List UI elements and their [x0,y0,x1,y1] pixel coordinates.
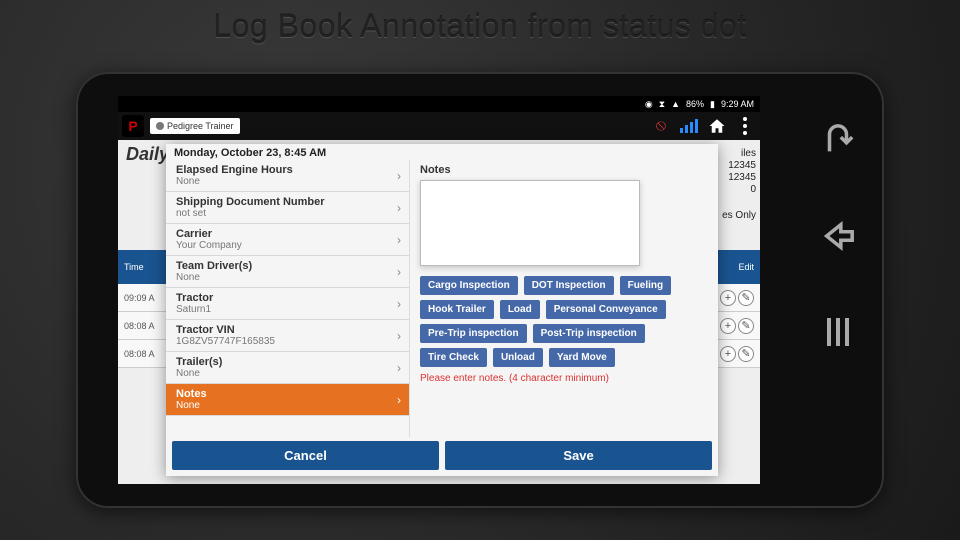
app-top-bar: P Pedigree Trainer ⦸ [118,112,760,140]
chevron-right-icon: › [397,233,401,247]
note-tag-hook-trailer[interactable]: Hook Trailer [420,300,494,319]
field-row-team-driver-s-[interactable]: Team Driver(s)None› [166,256,409,288]
notes-textarea[interactable] [420,180,640,266]
bluetooth-icon: ⧗ [659,99,665,110]
chevron-right-icon: › [397,265,401,279]
android-status-bar: ◉ ⧗ ▲ 86% ▮ 9:29 AM [118,96,760,112]
field-row-carrier[interactable]: CarrierYour Company› [166,224,409,256]
field-label: Trailer(s) [176,356,401,368]
annotation-modal: Monday, October 23, 8:45 AM Elapsed Engi… [166,144,718,476]
field-row-elapsed-engine-hours[interactable]: Elapsed Engine HoursNone› [166,160,409,192]
note-tag-pre-trip-inspection[interactable]: Pre-Trip inspection [420,324,527,343]
note-tag-load[interactable]: Load [500,300,540,319]
chevron-right-icon: › [397,361,401,375]
field-value: 1G8ZV57747F165835 [176,336,401,347]
field-row-shipping-document-number[interactable]: Shipping Document Numbernot set› [166,192,409,224]
field-row-trailer-s-[interactable]: Trailer(s)None› [166,352,409,384]
note-tag-dot-inspection[interactable]: DOT Inspection [524,276,614,295]
alert-disabled-icon[interactable]: ⦸ [650,115,672,137]
field-value: Your Company [176,240,401,251]
chevron-right-icon: › [397,169,401,183]
wifi-icon: ▲ [671,99,680,109]
note-tag-list: Cargo Inspection DOT Inspection Fueling Hoo… [420,276,708,367]
field-value: None [176,176,401,187]
recent-apps-icon[interactable] [820,314,856,350]
note-tag-unload[interactable]: Unload [493,348,543,367]
note-tag-cargo-inspection[interactable]: Cargo Inspection [420,276,518,295]
bg-col-time: Time [124,262,144,272]
bg-edit-button[interactable]: Edit [738,262,754,272]
chevron-right-icon: › [397,393,401,407]
clock-text: 9:29 AM [721,99,754,109]
bg-row-time: 08:08 A [124,349,155,359]
edit-icon[interactable]: ✎ [738,346,754,362]
notes-heading: Notes [420,164,708,176]
note-tag-yard-move[interactable]: Yard Move [549,348,615,367]
driver-name: Pedigree Trainer [167,121,234,131]
field-value: None [176,400,401,411]
device-frame: ◉ ⧗ ▲ 86% ▮ 9:29 AM P Pedigree Trainer ⦸… [76,72,884,508]
home-icon[interactable] [706,115,728,137]
field-label: Shipping Document Number [176,196,401,208]
modal-footer: Cancel Save [166,437,718,476]
chevron-right-icon: › [397,329,401,343]
field-label: Notes [176,388,401,400]
field-label: Tractor [176,292,401,304]
modal-header: Monday, October 23, 8:45 AM [166,144,718,160]
app-logo-icon[interactable]: P [122,115,144,137]
add-icon[interactable]: + [720,346,736,362]
modal-field-list[interactable]: Elapsed Engine HoursNone›Shipping Docume… [166,160,410,437]
field-value: not set [176,208,401,219]
overflow-menu-icon[interactable] [734,115,756,137]
edit-icon[interactable]: ✎ [738,290,754,306]
field-label: Tractor VIN [176,324,401,336]
battery-icon: ▮ [710,99,715,110]
device-screen: ◉ ⧗ ▲ 86% ▮ 9:29 AM P Pedigree Trainer ⦸… [118,96,760,484]
slide-title: Log Book Annotation from status dot [0,0,960,51]
note-tag-fueling[interactable]: Fueling [620,276,672,295]
notes-hint: Please enter notes. (4 character minimum… [420,373,708,384]
modal-notes-panel: Notes Cargo Inspection DOT Inspection Fuel… [410,160,718,437]
back-arrow-icon[interactable] [820,218,856,254]
chevron-right-icon: › [397,297,401,311]
bg-row-time: 08:08 A [124,321,155,331]
field-value: None [176,272,401,283]
edit-icon[interactable]: ✎ [738,318,754,334]
save-button[interactable]: Save [445,441,712,470]
note-tag-tire-check[interactable]: Tire Check [420,348,487,367]
field-value: None [176,368,401,379]
field-value: Saturn1 [176,304,401,315]
device-nav-keys [814,122,862,350]
note-tag-post-trip-inspection[interactable]: Post-Trip inspection [533,324,645,343]
chevron-right-icon: › [397,201,401,215]
add-icon[interactable]: + [720,290,736,306]
location-icon: ◉ [645,99,653,110]
field-row-tractor[interactable]: TractorSaturn1› [166,288,409,320]
bg-row-time: 09:09 A [124,293,155,303]
note-tag-personal-conveyance[interactable]: Personal Conveyance [546,300,666,319]
cancel-button[interactable]: Cancel [172,441,439,470]
field-row-notes[interactable]: NotesNone› [166,384,409,416]
field-row-tractor-vin[interactable]: Tractor VIN1G8ZV57747F165835› [166,320,409,352]
add-icon[interactable]: + [720,318,736,334]
field-label: Carrier [176,228,401,240]
back-u-turn-icon[interactable] [820,122,856,158]
driver-chip[interactable]: Pedigree Trainer [150,118,240,134]
signal-icon [678,115,700,137]
battery-text: 86% [686,99,704,109]
field-label: Team Driver(s) [176,260,401,272]
field-label: Elapsed Engine Hours [176,164,401,176]
